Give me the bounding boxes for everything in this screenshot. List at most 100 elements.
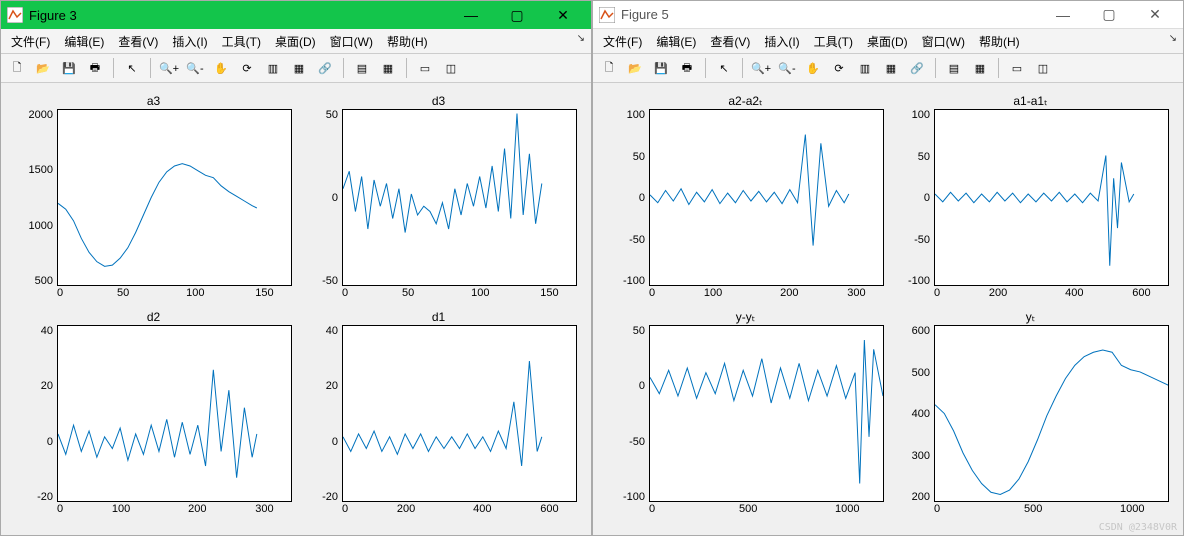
window-controls: — ▢ ✕ [1041,4,1177,26]
menu-edit[interactable]: 编辑(E) [58,31,110,52]
plot-title: d3 [432,93,445,109]
colorbar-icon[interactable]: ▤ [350,56,374,80]
subplot-d3: d3500-50050100150 [300,93,577,301]
subplot-a3: a3200015001000500050100150 [15,93,292,301]
dock-arrow-icon[interactable]: ↘ [1169,33,1177,44]
toolbar: 🗋📂💾🖶↖🔍+🔍-✋⟳▥▦🔗▤▦▭◫ [593,54,1183,83]
toolbar-separator [705,58,706,78]
new-figure-icon[interactable]: 🗋 [5,56,29,80]
maximize-button[interactable]: ▢ [495,4,539,26]
plot-area: a2-a2ₜ100500-50-1000100200300a1-a1ₜ10050… [593,83,1183,535]
minimize-button[interactable]: — [449,4,493,26]
save-icon[interactable]: 💾 [649,56,673,80]
link-icon[interactable]: 🔗 [905,56,929,80]
plot-title: d2 [147,309,160,325]
open-icon[interactable]: 📂 [623,56,647,80]
desktop: Figure 3 — ▢ ✕ 文件(F) 编辑(E) 查看(V) 插入(I) 工… [0,0,1184,536]
menu-help[interactable]: 帮助(H) [381,31,434,52]
axes[interactable] [342,109,577,286]
subplot-d2: d240200-200100200300 [15,309,292,517]
x-ticks: 05001000 [649,502,884,517]
plot-title: a2-a2ₜ [728,93,762,109]
datacursor-icon[interactable]: ▥ [853,56,877,80]
y-ticks: 600500400300200 [892,325,934,517]
y-ticks: 500-50 [300,109,342,301]
menubar: 文件(F) 编辑(E) 查看(V) 插入(I) 工具(T) 桌面(D) 窗口(W… [1,29,591,54]
y-ticks: 100500-50-100 [607,109,649,301]
menu-desktop[interactable]: 桌面(D) [861,31,914,52]
dock-icon[interactable]: ◫ [1031,56,1055,80]
open-icon[interactable]: 📂 [31,56,55,80]
close-button[interactable]: ✕ [541,4,585,26]
menu-insert[interactable]: 插入(I) [758,31,805,52]
menu-tools[interactable]: 工具(T) [216,31,267,52]
x-ticks: 0100200300 [57,502,292,517]
toolbar-separator [406,58,407,78]
figure-window-5: Figure 5 — ▢ ✕ 文件(F) 编辑(E) 查看(V) 插入(I) 工… [592,0,1184,536]
print-icon[interactable]: 🖶 [675,56,699,80]
toolbar-separator [150,58,151,78]
plot-title: a1-a1ₜ [1013,93,1047,109]
menu-window[interactable]: 窗口(W) [916,31,971,52]
axes[interactable] [649,109,884,286]
hide-tools-icon[interactable]: ▭ [1005,56,1029,80]
toolbar: 🗋📂💾🖶↖🔍+🔍-✋⟳▥▦🔗▤▦▭◫ [1,54,591,83]
toolbar-separator [998,58,999,78]
new-figure-icon[interactable]: 🗋 [597,56,621,80]
link-icon[interactable]: 🔗 [313,56,337,80]
pointer-icon[interactable]: ↖ [712,56,736,80]
axes[interactable] [934,109,1169,286]
titlebar[interactable]: Figure 5 — ▢ ✕ [593,1,1183,29]
plot-title: d1 [432,309,445,325]
menu-file[interactable]: 文件(F) [597,31,648,52]
titlebar[interactable]: Figure 3 — ▢ ✕ [1,1,591,29]
axes[interactable] [57,109,292,286]
rotate-icon[interactable]: ⟳ [235,56,259,80]
window-title: Figure 3 [29,8,449,23]
pan-icon[interactable]: ✋ [801,56,825,80]
rotate-icon[interactable]: ⟳ [827,56,851,80]
brush-icon[interactable]: ▦ [879,56,903,80]
menubar: 文件(F) 编辑(E) 查看(V) 插入(I) 工具(T) 桌面(D) 窗口(W… [593,29,1183,54]
zoom-out-icon[interactable]: 🔍- [183,56,207,80]
axes[interactable] [57,325,292,502]
menu-desktop[interactable]: 桌面(D) [269,31,322,52]
menu-edit[interactable]: 编辑(E) [650,31,702,52]
print-icon[interactable]: 🖶 [83,56,107,80]
watermark: CSDN @2348V0R [1099,522,1177,533]
maximize-button[interactable]: ▢ [1087,4,1131,26]
legend-icon[interactable]: ▦ [376,56,400,80]
pointer-icon[interactable]: ↖ [120,56,144,80]
close-button[interactable]: ✕ [1133,4,1177,26]
pan-icon[interactable]: ✋ [209,56,233,80]
matlab-figure-icon [599,7,615,23]
axes[interactable] [342,325,577,502]
dock-icon[interactable]: ◫ [439,56,463,80]
menu-tools[interactable]: 工具(T) [808,31,859,52]
datacursor-icon[interactable]: ▥ [261,56,285,80]
zoom-out-icon[interactable]: 🔍- [775,56,799,80]
window-title: Figure 5 [621,7,1041,22]
brush-icon[interactable]: ▦ [287,56,311,80]
save-icon[interactable]: 💾 [57,56,81,80]
hide-tools-icon[interactable]: ▭ [413,56,437,80]
menu-view[interactable]: 查看(V) [704,31,756,52]
y-ticks: 40200-20 [300,325,342,517]
minimize-button[interactable]: — [1041,4,1085,26]
zoom-in-icon[interactable]: 🔍+ [749,56,773,80]
axes[interactable] [934,325,1169,502]
menu-file[interactable]: 文件(F) [5,31,56,52]
colorbar-icon[interactable]: ▤ [942,56,966,80]
menu-window[interactable]: 窗口(W) [324,31,379,52]
toolbar-separator [113,58,114,78]
y-ticks: 500-50-100 [607,325,649,517]
dock-arrow-icon[interactable]: ↘ [577,33,585,44]
axes[interactable] [649,325,884,502]
menu-insert[interactable]: 插入(I) [166,31,213,52]
menu-help[interactable]: 帮助(H) [973,31,1026,52]
legend-icon[interactable]: ▦ [968,56,992,80]
zoom-in-icon[interactable]: 🔍+ [157,56,181,80]
x-ticks: 050100150 [57,286,292,301]
plot-title: yₜ [1026,309,1036,325]
menu-view[interactable]: 查看(V) [112,31,164,52]
